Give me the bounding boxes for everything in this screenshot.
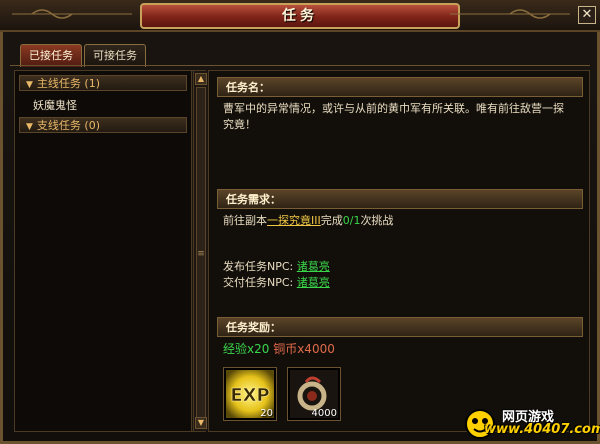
title-plate: 任务: [140, 3, 460, 29]
requirement-text: 前往副本一探究竟III完成0/1次挑战: [223, 214, 394, 227]
quest-name-header: 任务名：: [217, 77, 583, 97]
quest-item[interactable]: 妖魔鬼怪: [33, 97, 77, 113]
reward-exp: 经验x20: [223, 342, 270, 356]
ornament-right-icon: [450, 9, 570, 19]
close-button[interactable]: ✕: [578, 6, 596, 24]
scroll-up-icon[interactable]: ▲: [195, 73, 207, 85]
rewards-header: 任务奖励：: [217, 317, 583, 337]
quest-detail-panel: ▲ ≡ ▼ 任务名： 曹军中的异常情况，或许与从前的黄巾军有所关联。唯有前往敌营…: [193, 70, 590, 432]
publisher-npc-link[interactable]: 诸葛亮: [297, 260, 330, 273]
tab-available-quests[interactable]: 可接任务: [84, 44, 146, 67]
reward-coin-slot[interactable]: 4000: [287, 367, 341, 421]
quest-description: 曹军中的异常情况，或许与从前的黄巾军有所关联。唯有前往敌营一探究竟！: [223, 102, 564, 131]
quest-list-panel: ▼主线任务 (1) 妖魔鬼怪 ▼支线任务 (0) ▲ ≡ ▼: [14, 70, 206, 432]
category-main-quests[interactable]: ▼ 主线任务 (1): [19, 75, 187, 91]
progress-value: 0/1: [342, 214, 361, 227]
tab-divider: [10, 65, 590, 66]
dungeon-link[interactable]: 一探究竟III: [267, 214, 321, 227]
category-count: (0): [84, 119, 101, 132]
submit-label: 交付任务NPC:: [223, 276, 294, 289]
reward-exp-count: 20: [260, 408, 273, 419]
reward-coin-count: 4000: [311, 408, 337, 419]
reward-summary: 经验x20 铜币x4000: [223, 341, 335, 357]
requirement-header: 任务需求：: [217, 189, 583, 209]
reward-coin: 铜币x4000: [273, 342, 335, 356]
category-count: (1): [84, 77, 101, 90]
category-label: 主线任务: [36, 77, 81, 90]
tab-accepted-quests[interactable]: 已接任务: [20, 44, 82, 67]
watermark-url: www.40407.com: [484, 422, 600, 437]
ornament-left-icon: [12, 9, 132, 19]
publisher-label: 发布任务NPC:: [223, 260, 294, 273]
triangle-down-icon: ▼: [26, 122, 33, 132]
triangle-down-icon: ▼: [26, 80, 33, 90]
window-title: 任务: [282, 8, 318, 24]
title-bar[interactable]: 任务 ✕: [0, 0, 600, 32]
submit-row: 交付任务NPC: 诸葛亮: [223, 275, 330, 291]
submit-npc-link[interactable]: 诸葛亮: [297, 276, 330, 289]
exp-icon-label: EXP: [230, 385, 269, 406]
scroll-thumb[interactable]: ≡: [196, 87, 206, 419]
scroll-down-icon[interactable]: ▼: [195, 417, 207, 429]
publisher-row: 发布任务NPC: 诸葛亮: [223, 259, 330, 275]
category-label: 支线任务: [36, 119, 81, 132]
reward-exp-slot[interactable]: EXP 20: [223, 367, 277, 421]
category-side-quests[interactable]: ▼ 支线任务 (0): [19, 117, 187, 133]
detail-scrollbar[interactable]: ▲ ≡ ▼: [193, 71, 208, 431]
site-watermark: 网页游戏 www.40407.com: [462, 406, 600, 440]
